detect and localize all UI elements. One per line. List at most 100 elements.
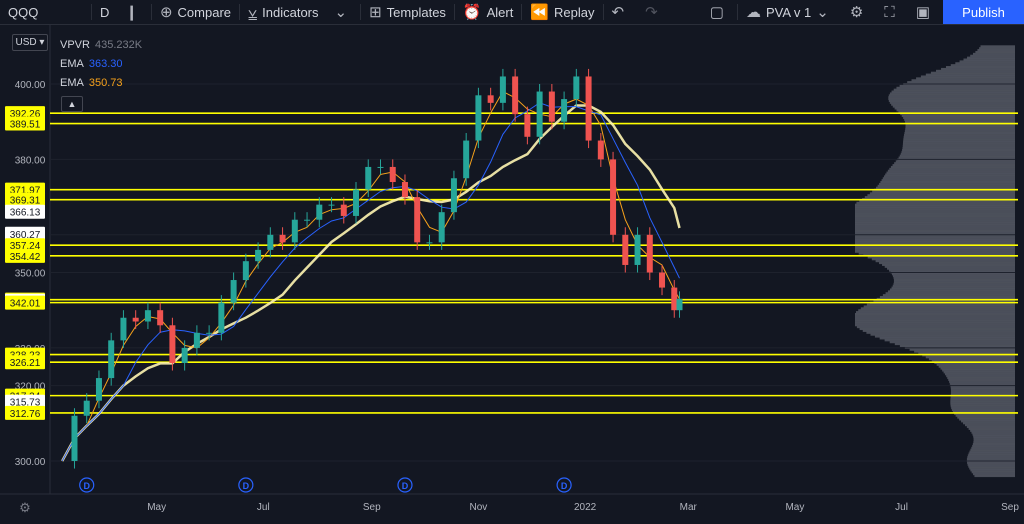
layout-name-button[interactable]: ☁ PVA v 1 ⌄ (738, 0, 842, 24)
volume-profile-bar (968, 452, 1015, 455)
volume-profile-bar (876, 186, 1015, 189)
candle-body (353, 189, 360, 216)
volume-profile-bar (883, 175, 1015, 178)
volume-profile-bar (914, 350, 1015, 353)
publish-button[interactable]: Publish (943, 0, 1024, 24)
replay-button[interactable]: ⏪ Replay (522, 0, 602, 24)
volume-profile-bar (959, 418, 1015, 421)
candle-body (646, 234, 653, 273)
compare-button[interactable]: ⊕ Compare (152, 0, 239, 24)
legend-row-ema-fast[interactable]: EMA 350.73 (60, 74, 142, 93)
legend-row-vpvr[interactable]: VPVR 435.232K (60, 36, 142, 55)
candle-body (71, 415, 78, 461)
candle-body (536, 91, 543, 137)
volume-profile-bar (957, 416, 1015, 419)
templates-button[interactable]: ⊞ Templates (361, 0, 454, 24)
candles (71, 68, 683, 469)
candle-body (389, 166, 396, 183)
legend: VPVR 435.232K EMA 363.30 EMA 350.73 (60, 36, 142, 93)
x-tick-label: May (785, 502, 804, 513)
volume-profile-bar (902, 147, 1015, 150)
volume-profile-bar (904, 133, 1015, 136)
redo-icon: ↷ (645, 4, 658, 21)
screenshot-button[interactable]: ▣ (908, 0, 943, 24)
volume-profile-bar (880, 181, 1015, 184)
volume-profile-bar (971, 471, 1015, 474)
chart-type-button[interactable]: ❙ (117, 0, 151, 24)
legend-collapse-button[interactable]: ▲ (61, 96, 83, 112)
volume-profile-bar (891, 103, 1015, 106)
volume-profile-bar (940, 367, 1015, 370)
indicators-button[interactable]: ⩣ Indicators (240, 0, 327, 24)
volume-profile-bar (855, 224, 1015, 227)
volume-profile-bar (950, 386, 1015, 389)
chart-area[interactable]: 400.00380.00360.00350.00330.00320.00300.… (0, 25, 1024, 519)
candle-body (365, 166, 372, 190)
volume-profile-bar (903, 141, 1015, 144)
volume-profile-bar (903, 116, 1015, 119)
volume-profile-bar (925, 356, 1015, 359)
price-chart[interactable]: 400.00380.00360.00350.00330.00320.00300.… (0, 25, 1024, 519)
volume-profile-bar (950, 399, 1015, 402)
volume-profile-bar (887, 290, 1015, 293)
volume-profile-bar (979, 47, 1015, 50)
volume-profile-bar (899, 345, 1015, 348)
currency-selector[interactable]: USD ▾ (12, 34, 48, 51)
legend-name: EMA (60, 58, 84, 70)
volume-profile-bar (855, 316, 1015, 319)
volume-profile-bar (966, 458, 1015, 461)
volume-profile-bar (973, 435, 1015, 438)
volume-profile-bar (973, 437, 1015, 440)
alert-button[interactable]: ⏰ Alert (455, 0, 521, 24)
candle-body (524, 114, 531, 137)
volume-profile-bar (895, 160, 1015, 163)
volume-profile-bar (893, 279, 1015, 282)
candle-body (267, 234, 274, 250)
volume-profile-bar (980, 45, 1015, 48)
legend-value: 350.73 (88, 77, 123, 89)
volume-profile-bar (872, 190, 1015, 193)
volume-profile-bar (947, 377, 1015, 380)
volume-profile-bar (855, 220, 1015, 223)
volume-profile-bar (858, 309, 1015, 312)
volume-profile-bar (941, 67, 1015, 70)
redo-button[interactable]: ↷ (637, 0, 671, 24)
price-label-text: 366.13 (10, 208, 41, 219)
volume-profile-bar (972, 443, 1015, 446)
y-tick-label: 380.00 (15, 155, 46, 166)
volume-profile-bar (894, 107, 1015, 110)
indicators-dropdown[interactable]: ⌄ (327, 0, 361, 24)
volume-profile-bar (881, 179, 1015, 182)
volume-profile-bar (887, 267, 1015, 270)
volume-profile-bar (959, 60, 1015, 63)
volume-profile-bar (970, 429, 1015, 432)
interval-button[interactable]: D (92, 0, 117, 24)
volume-profile-bar (967, 56, 1015, 59)
settings-button[interactable]: ⚙ (842, 0, 876, 24)
volume-profile-bar (867, 194, 1015, 197)
volume-profile-bar (887, 169, 1015, 172)
axis-settings-icon[interactable]: ⚙ (19, 500, 31, 515)
fullscreen-button[interactable]: ⛶ (876, 0, 908, 24)
volume-profile-bar (891, 273, 1015, 276)
volume-profile-bar (855, 226, 1015, 229)
volume-profile-bar (970, 469, 1015, 472)
layout-button[interactable]: ▢ (702, 0, 737, 24)
volume-profile-bar (905, 128, 1015, 131)
candle-body (475, 95, 482, 141)
candle-body (83, 400, 90, 416)
volume-profile-bar (964, 424, 1015, 427)
volume-profile-bar (892, 284, 1015, 287)
legend-row-ema-slow[interactable]: EMA 363.30 (60, 55, 142, 74)
indicators-icon: ⩣ (248, 3, 258, 21)
volume-profile-bar (855, 218, 1015, 221)
undo-button[interactable]: ↶ (604, 0, 638, 24)
volume-profile-bar (905, 126, 1015, 129)
candle-body (181, 347, 188, 363)
symbol-search[interactable]: QQQ (0, 0, 91, 24)
candle-body (426, 242, 433, 244)
volume-profile-bar (888, 94, 1015, 97)
x-tick-label: Nov (470, 502, 488, 513)
candle-body (487, 95, 494, 103)
volume-profile-bar (855, 311, 1015, 314)
